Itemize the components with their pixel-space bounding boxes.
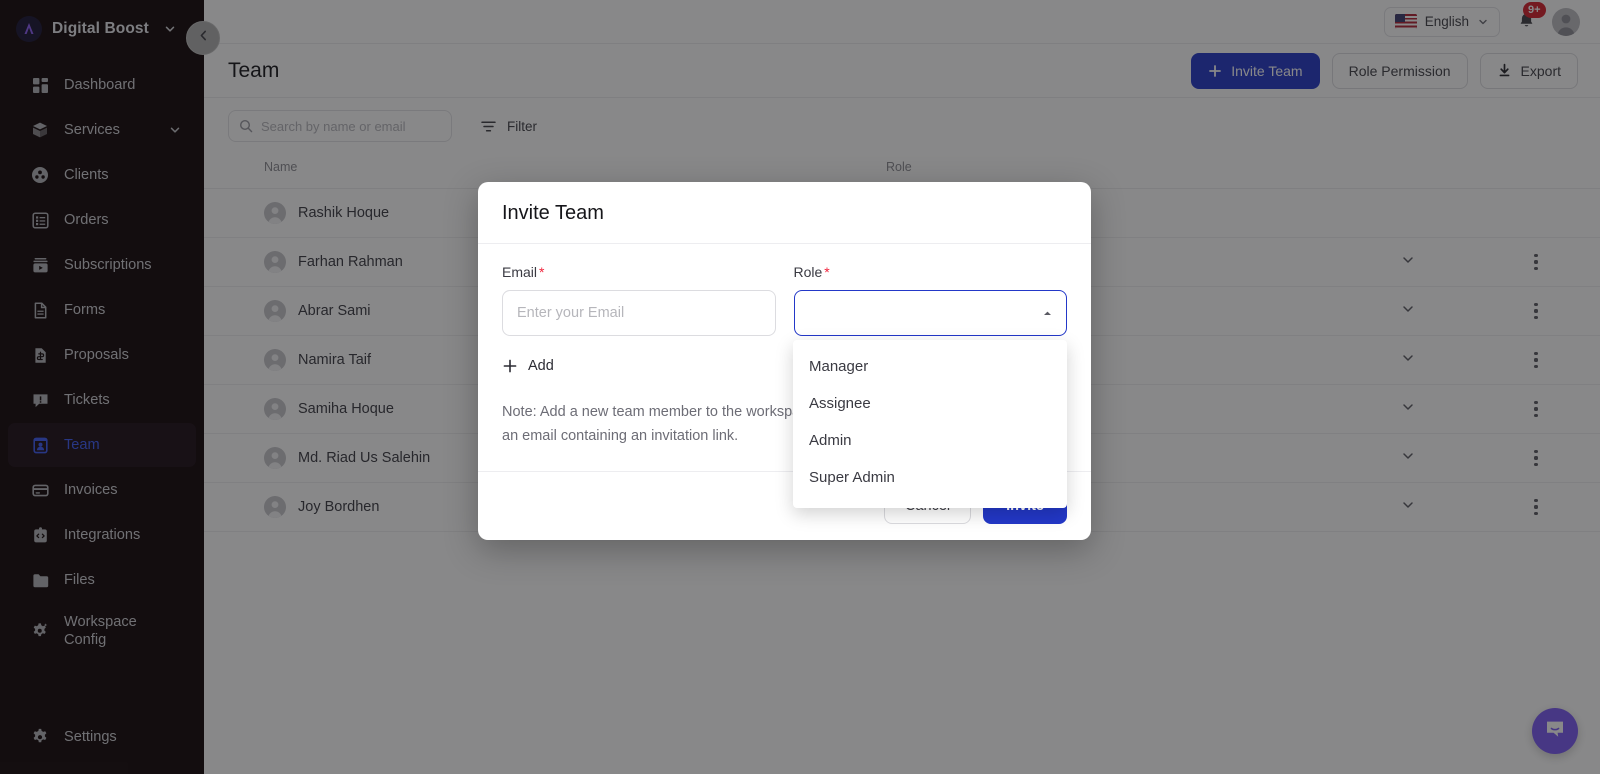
- role-field-group: Role*: [794, 264, 1068, 336]
- modal-header: Invite Team: [478, 182, 1091, 244]
- invite-team-modal: Invite Team Email* Role*: [478, 182, 1091, 540]
- required-asterisk: *: [824, 264, 829, 280]
- modal-title: Invite Team: [502, 202, 1067, 225]
- email-field-label: Email*: [502, 264, 776, 280]
- email-field-group: Email*: [502, 264, 776, 336]
- role-option-manager[interactable]: Manager: [793, 348, 1067, 385]
- add-another-button[interactable]: Add: [502, 358, 554, 374]
- modal-fields: Email* Role*: [502, 264, 1067, 336]
- email-input[interactable]: [502, 290, 776, 336]
- caret-up-icon: [1041, 307, 1054, 320]
- plus-icon: [502, 358, 518, 374]
- required-asterisk: *: [539, 264, 544, 280]
- role-label-text: Role: [794, 264, 823, 280]
- add-button-label: Add: [528, 358, 554, 374]
- role-field-label: Role*: [794, 264, 1068, 280]
- role-option-super-admin[interactable]: Super Admin: [793, 459, 1067, 496]
- role-option-admin[interactable]: Admin: [793, 422, 1067, 459]
- role-select[interactable]: [794, 290, 1068, 336]
- app-root: Digital Boost Dashboard Services: [0, 0, 1600, 774]
- email-label-text: Email: [502, 264, 537, 280]
- role-option-assignee[interactable]: Assignee: [793, 385, 1067, 422]
- role-options-dropdown: Manager Assignee Admin Super Admin: [793, 340, 1067, 508]
